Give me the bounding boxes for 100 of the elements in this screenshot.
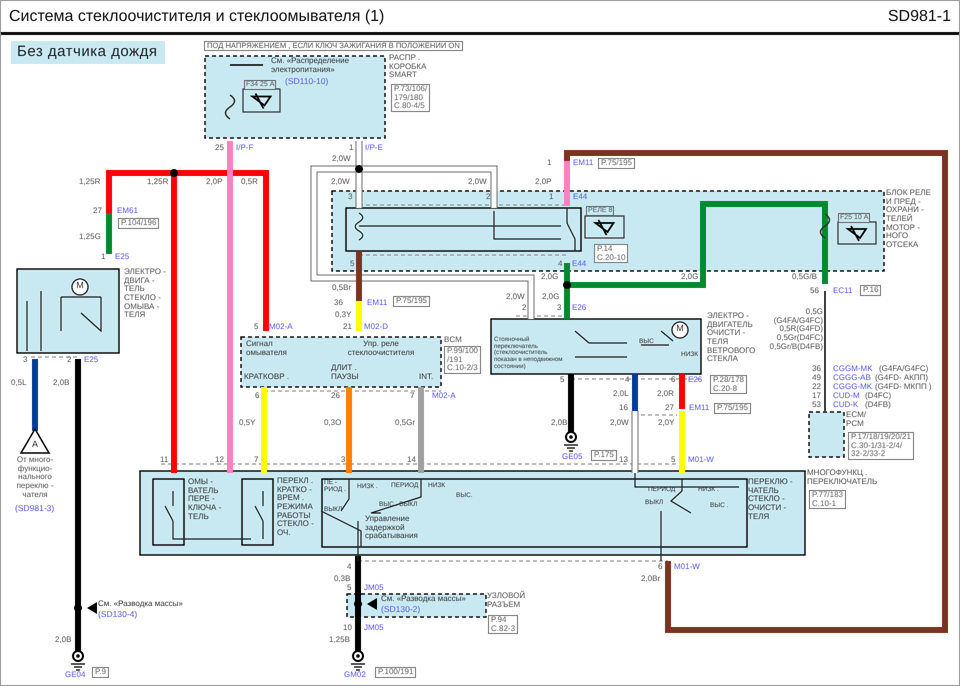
pin-number: 3 — [23, 356, 28, 365]
pin-number: 4 — [347, 563, 352, 572]
wire-label: 0,5G/B — [792, 273, 817, 282]
wire-label: 2,0W — [610, 419, 629, 428]
pin-number: 5 — [671, 456, 676, 465]
component-label: См. «Разводка массы» — [98, 600, 183, 609]
pin-number: 49 — [812, 374, 821, 383]
component-label: INT. — [419, 373, 434, 382]
junction-dot — [74, 604, 82, 612]
connector-code: EM61 — [117, 207, 138, 216]
fuse-icon — [224, 94, 236, 120]
symbol-letter: M — [676, 324, 684, 334]
component-label: Сигнал омывателя — [246, 340, 287, 358]
pin-number: 3 — [557, 304, 562, 313]
wire-label: 0,3B — [334, 575, 350, 584]
reference-link[interactable]: (SD981-3) — [15, 504, 54, 514]
connector-code: CGGG-MK — [833, 383, 872, 392]
pin-number: 6 — [658, 563, 662, 572]
component-label: ECM/ PCM — [846, 411, 866, 428]
wire-label: (D4FC) — [865, 392, 892, 401]
connector-code: E25 — [115, 253, 130, 262]
page-reference: P.99/100 /191 C.10-2/3 — [444, 346, 481, 374]
pin-number: 1 — [547, 159, 552, 168]
wire-label: 2,0G — [541, 273, 558, 282]
pin-number: 1 — [101, 253, 106, 262]
wire-label: 2,0P — [206, 178, 222, 187]
ground-icon — [350, 650, 366, 671]
connector-code: E26 — [572, 304, 586, 313]
page-reference: P.77/183 C.10-1 — [809, 490, 846, 510]
wire-label: (G4FD- АКПП) — [875, 374, 928, 383]
page-reference: P.16 — [860, 285, 882, 296]
pin-number: 53 — [812, 401, 821, 410]
component-label: Упр. реле стеклоочистителя — [348, 340, 414, 358]
wire-label: 1,25R — [79, 178, 100, 187]
pin-number: 7 — [254, 456, 258, 465]
connector-code: CUD-K — [833, 401, 858, 410]
reference-link[interactable]: (SD130-4) — [98, 610, 138, 620]
component-label: ПЕРЕКЛ . КРАТКО - ВРЕМ . РЕЖИМА РАБОТЫ СТЕКЛО - ОЧ. — [277, 477, 314, 538]
pin-number: 2 — [522, 304, 526, 313]
wire-label: 0,5Y — [239, 419, 256, 428]
switch-drawing — [254, 490, 264, 540]
connector-code: M02-D — [364, 323, 388, 332]
reference-link[interactable]: (SD130-2) — [381, 605, 420, 614]
junction-dot — [354, 600, 362, 608]
wire-label: 1,25R — [147, 178, 168, 187]
pin-number: 4 — [625, 376, 630, 385]
wiper-icon — [242, 88, 281, 113]
page-reference: P.94 C.82-3 — [488, 615, 518, 634]
wire-label: 2,0P — [535, 178, 552, 187]
component-label: Управление задержкой срабатывания — [365, 515, 418, 541]
connector-code: CUD-M — [833, 392, 860, 401]
page-reference: P.75/195 — [598, 158, 635, 169]
wire-label: 2,0W — [506, 293, 525, 302]
pin-number: 17 — [812, 392, 821, 401]
connector-code: JM05 — [364, 584, 384, 593]
wire-label: 2,0R — [657, 390, 674, 399]
reference-link[interactable]: (SD110-10) — [285, 77, 328, 86]
pin-number: 16 — [619, 404, 628, 413]
connector-code: JM05 — [364, 624, 384, 633]
component-label: ОМЫ - ВАТЕЛЬ ПЕРЕ - КЛЮЧА - ТЕЛЬ — [188, 478, 222, 522]
connector-code: GE04 — [65, 671, 86, 680]
pin-number: 3 — [341, 456, 346, 465]
connector-code: E44 — [572, 260, 586, 269]
component-label: От много- функцио- нального переклю - чателя — [16, 456, 54, 500]
wire-label: (G4FD- МКПП ) — [875, 383, 932, 392]
diagram-title: Система стеклоочистителя и стеклоомывателя (1) — [9, 8, 384, 26]
pin-number: 21 — [343, 323, 352, 332]
wire-label: 2,0G — [681, 273, 698, 282]
pin-number: 3 — [348, 193, 352, 202]
symbol-letter: A — [32, 440, 38, 450]
pin-number: 27 — [93, 207, 102, 216]
wire-label: 1,25G — [79, 233, 101, 242]
page-reference: P.75/195 — [393, 296, 430, 307]
wire-label: 0,5Br — [332, 284, 352, 293]
wire-label: 2,0L — [613, 390, 629, 399]
connector-code: EM11 — [367, 299, 388, 308]
wire-label: 2,0W — [332, 155, 351, 164]
pin-number: 27 — [665, 404, 674, 413]
page-reference: P.14 C.20-10 — [594, 244, 628, 264]
arrow-icon — [87, 602, 97, 614]
section-heading: Без датчика дождя — [11, 41, 166, 64]
component-panel — [808, 411, 845, 458]
pin-number: 4 — [558, 260, 562, 269]
wire-label: 2,0W — [468, 178, 487, 187]
component-label: МНОГОФУНКЦ . ПЕРЕКЛЮЧАТЕЛЬ — [807, 469, 878, 486]
pin-number: 5 — [347, 584, 352, 593]
wire-label: 0,5R — [241, 178, 258, 187]
connector-code: I/P-F — [236, 144, 254, 153]
connector-code: M02-A — [432, 392, 456, 401]
sheet-code: SD981-1 — [888, 8, 951, 26]
pin-number: 12 — [215, 456, 224, 465]
wire-label: 2,0Br — [641, 575, 660, 584]
connector-code: EC11 — [833, 287, 852, 296]
pin-number: 10 — [343, 624, 352, 633]
connector-line — [30, 356, 78, 358]
component-label: ЭЛЕКТРО - ДВИГА - ТЕЛЬ СТЕКЛО - ОМЫВА - ТЕЛЯ — [124, 268, 166, 320]
connector-code: M01-W — [674, 563, 700, 572]
connector-code: CGGG-AB — [833, 374, 871, 383]
wire-label: 2,0G — [542, 293, 560, 302]
connector-code: GE05 — [562, 453, 582, 462]
